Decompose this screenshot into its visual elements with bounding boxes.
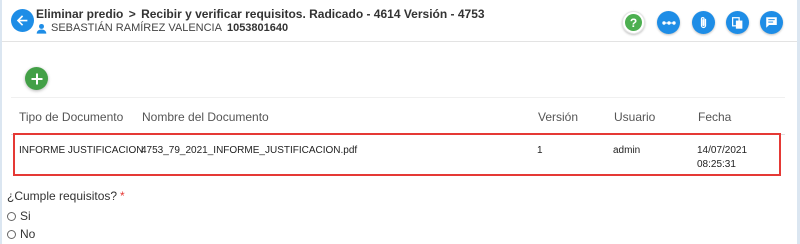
title-separator: > bbox=[128, 7, 136, 21]
radio-button-si[interactable] bbox=[7, 211, 16, 221]
paperclip-icon bbox=[700, 16, 707, 28]
user-name: SEBASTIÁN RAMÍREZ VALENCIA bbox=[51, 22, 222, 34]
more-options-button[interactable] bbox=[657, 11, 680, 34]
question-label: ¿Cumple requisitos? bbox=[7, 189, 118, 203]
radio-option-si[interactable]: Si bbox=[7, 209, 31, 223]
attachment-button[interactable] bbox=[692, 11, 715, 34]
documents-button[interactable] bbox=[726, 11, 749, 34]
dots-horizontal-icon bbox=[661, 20, 676, 25]
arrow-left-icon bbox=[16, 15, 28, 26]
header-bar: Eliminar predio > Recibir y verificar re… bbox=[2, 0, 797, 42]
cell-usuario: admin bbox=[613, 145, 641, 156]
requirements-question: ¿Cumple requisitos? * bbox=[7, 189, 125, 203]
radio-option-no[interactable]: No bbox=[7, 227, 35, 241]
documents-table: Tipo de Documento Nombre del Documento V… bbox=[11, 97, 785, 135]
back-button[interactable] bbox=[11, 9, 34, 32]
title-process: Eliminar predio bbox=[36, 7, 124, 21]
plus-icon bbox=[31, 73, 42, 84]
user-id: 1053801640 bbox=[226, 22, 289, 34]
radio-button-no[interactable] bbox=[7, 229, 16, 239]
radio-label-si: Si bbox=[20, 209, 31, 223]
add-document-button[interactable] bbox=[25, 67, 48, 90]
cell-version: 1 bbox=[537, 145, 543, 156]
help-button[interactable]: ? bbox=[622, 11, 645, 34]
cell-nombre: 4753_79_2021_INFORME_JUSTIFICACION.pdf bbox=[141, 145, 358, 156]
comment-icon bbox=[766, 17, 777, 28]
radio-label-no: No bbox=[20, 227, 36, 241]
cell-tipo: INFORME JUSTIFICACION bbox=[19, 145, 144, 156]
table-row[interactable]: INFORME JUSTIFICACION 4753_79_2021_INFOR… bbox=[15, 135, 779, 174]
column-header-tipo[interactable]: Tipo de Documento bbox=[19, 110, 123, 124]
cell-hora: 08:25:31 bbox=[697, 159, 736, 170]
user-info: SEBASTIÁN RAMÍREZ VALENCIA 1053801640 bbox=[36, 22, 288, 34]
help-icon: ? bbox=[625, 14, 642, 31]
required-mark: * bbox=[120, 189, 125, 203]
column-header-nombre[interactable]: Nombre del Documento bbox=[142, 110, 269, 124]
column-header-fecha[interactable]: Fecha bbox=[698, 110, 731, 124]
column-header-usuario[interactable]: Usuario bbox=[614, 110, 655, 124]
copy-document-icon bbox=[732, 16, 743, 29]
table-header: Tipo de Documento Nombre del Documento V… bbox=[11, 97, 785, 135]
column-header-version[interactable]: Versión bbox=[538, 110, 578, 124]
title-activity: Recibir y verificar requisitos. Radicado… bbox=[141, 7, 485, 21]
user-icon bbox=[36, 23, 47, 34]
page-title: Eliminar predio > Recibir y verificar re… bbox=[36, 7, 485, 21]
cell-fecha: 14/07/2021 bbox=[697, 145, 748, 156]
comments-button[interactable] bbox=[760, 11, 783, 34]
